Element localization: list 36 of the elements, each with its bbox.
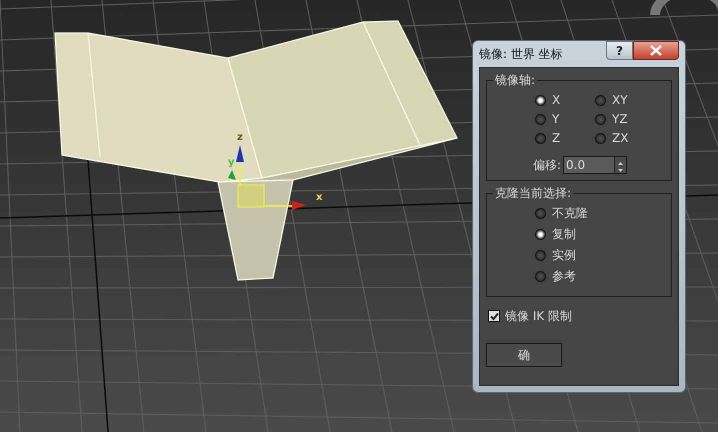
- radio-button[interactable]: [595, 114, 606, 124]
- dialog-title: 镜像: 世界 坐标: [479, 46, 563, 63]
- viewcube-ring-drawing: [650, 0, 718, 15]
- radio-label: 不克隆: [552, 205, 588, 222]
- radio-label: Y: [552, 111, 560, 128]
- radio-button[interactable]: [535, 208, 546, 218]
- radio-label: YZ: [612, 111, 628, 128]
- radio-button[interactable]: [535, 270, 546, 282]
- axis-label: x: [316, 192, 322, 203]
- axis-label: y: [228, 157, 235, 168]
- radio-button[interactable]: [595, 94, 606, 106]
- close-icon: [650, 45, 662, 56]
- radio-button[interactable]: [595, 132, 606, 144]
- radio-button[interactable]: [535, 228, 546, 240]
- axis-label: z: [237, 132, 243, 143]
- radio-button[interactable]: [535, 250, 546, 260]
- radio-label: Z: [552, 130, 560, 147]
- offset-label: 偏移:: [533, 157, 562, 174]
- radio-label: 实例: [552, 247, 576, 264]
- radio-button[interactable]: [535, 94, 546, 106]
- group-title: 镜像轴:: [494, 72, 536, 88]
- radio-button[interactable]: [535, 132, 546, 144]
- offset-spinner[interactable]: 0.0: [563, 156, 628, 174]
- checkbox-label: 镜像 IK 限制: [505, 308, 572, 325]
- radio-label: 复制: [552, 226, 576, 243]
- ok-button[interactable]: 确: [486, 343, 562, 367]
- radio-label: XY: [612, 92, 628, 109]
- radio-button[interactable]: [535, 114, 546, 124]
- checkmark-icon: [490, 312, 498, 320]
- group-title: 克隆当前选择:: [494, 185, 572, 201]
- radio-label: ZX: [612, 130, 628, 147]
- checkbox[interactable]: [488, 310, 500, 322]
- help-button[interactable]: ?: [606, 41, 633, 60]
- radio-label: X: [552, 92, 560, 109]
- radio-label: 参考: [552, 268, 576, 285]
- close-button[interactable]: [633, 41, 679, 60]
